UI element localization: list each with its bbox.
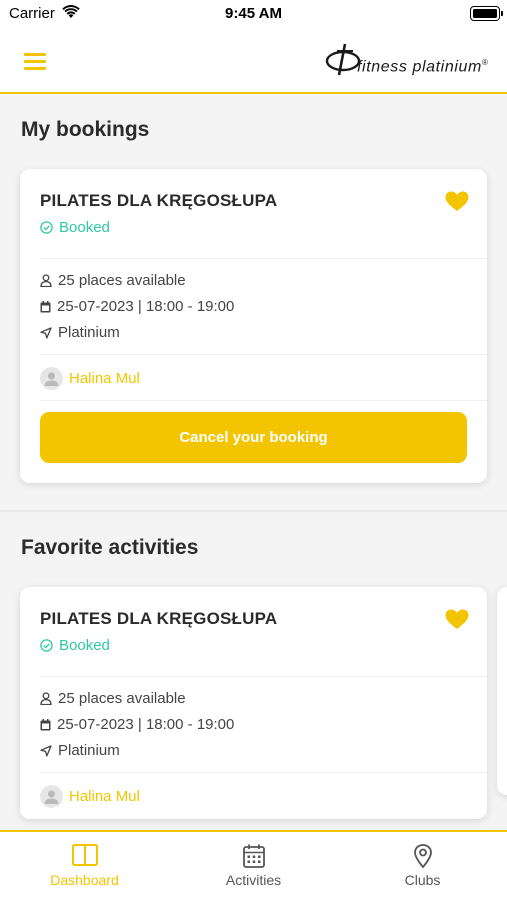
datetime-row: 25-07-2023 | 18:00 - 19:00	[40, 298, 234, 315]
dashboard-icon	[0, 844, 169, 866]
tab-activities-label: Activities	[225, 872, 282, 888]
divider	[40, 772, 487, 773]
instructor-avatar	[40, 785, 63, 808]
map-pin-icon	[338, 844, 507, 868]
cancel-booking-button[interactable]: Cancel your booking	[40, 412, 467, 463]
tab-activities[interactable]: Activities	[169, 832, 338, 900]
places-row: 25 places available	[40, 272, 186, 289]
places-available: 25 places available	[58, 690, 186, 707]
next-favorite-card-peek[interactable]	[497, 587, 507, 795]
dashboard-content[interactable]: My bookings PILATES DLA KRĘGOSŁUPA Booke…	[0, 96, 507, 830]
datetime-row: 25-07-2023 | 18:00 - 19:00	[40, 716, 234, 733]
location-arrow-icon	[40, 744, 52, 757]
divider	[40, 354, 487, 355]
calendar-small-icon	[40, 718, 51, 730]
user-icon	[40, 274, 52, 287]
instructor-link[interactable]: Halina Mul	[40, 367, 140, 390]
activity-name: PILATES DLA KRĘGOSŁUPA	[40, 609, 278, 628]
divider	[40, 400, 487, 401]
check-circle-icon	[40, 639, 53, 652]
booking-status: Booked	[40, 219, 110, 236]
tab-dashboard[interactable]: Dashboard	[0, 832, 169, 900]
instructor-avatar	[40, 367, 63, 390]
club-location: Platinium	[58, 742, 120, 759]
battery-icon	[470, 6, 503, 21]
check-circle-icon	[40, 221, 53, 234]
places-available: 25 places available	[58, 272, 186, 289]
divider	[40, 676, 487, 677]
bottom-tab-bar: Dashboard Activities Clubs	[0, 830, 507, 900]
location-row: Platinium	[40, 324, 120, 341]
divider	[40, 258, 487, 259]
location-row: Platinium	[40, 742, 120, 759]
calendar-icon	[169, 844, 338, 868]
status-bar: Carrier 9:45 AM	[0, 0, 507, 30]
booking-status-label: Booked	[59, 637, 110, 654]
my-bookings-heading: My bookings	[21, 118, 150, 141]
favorite-heart-icon[interactable]	[445, 191, 469, 217]
logo-wordmark: fitness platinium®	[357, 58, 489, 76]
favorite-activities-heading: Favorite activities	[21, 536, 199, 559]
class-datetime: 25-07-2023 | 18:00 - 19:00	[57, 716, 235, 733]
clock-time: 9:45 AM	[225, 5, 282, 22]
calendar-small-icon	[40, 300, 51, 312]
favorite-activity-card[interactable]: PILATES DLA KRĘGOSŁUPA Booked 25 places …	[20, 587, 487, 819]
hamburger-menu-icon[interactable]	[22, 50, 50, 72]
user-icon	[40, 692, 52, 705]
favorite-heart-icon[interactable]	[445, 609, 469, 635]
booking-status-label: Booked	[59, 219, 110, 236]
class-datetime: 25-07-2023 | 18:00 - 19:00	[57, 298, 235, 315]
instructor-link[interactable]: Halina Mul	[40, 785, 140, 808]
tab-dashboard-label: Dashboard	[50, 872, 119, 888]
app-header: fitness platinium®	[0, 30, 507, 94]
places-row: 25 places available	[40, 690, 186, 707]
fitness-platinium-logo: fitness platinium®	[325, 42, 497, 82]
section-divider	[0, 510, 507, 512]
club-location: Platinium	[58, 324, 120, 341]
tab-clubs[interactable]: Clubs	[338, 832, 507, 900]
location-arrow-icon	[40, 326, 52, 339]
instructor-name: Halina Mul	[69, 788, 140, 805]
instructor-name: Halina Mul	[69, 370, 140, 387]
activity-name: PILATES DLA KRĘGOSŁUPA	[40, 191, 278, 210]
booking-status: Booked	[40, 637, 110, 654]
tab-clubs-label: Clubs	[404, 872, 441, 888]
booking-card[interactable]: PILATES DLA KRĘGOSŁUPA Booked 25 places …	[20, 169, 487, 483]
